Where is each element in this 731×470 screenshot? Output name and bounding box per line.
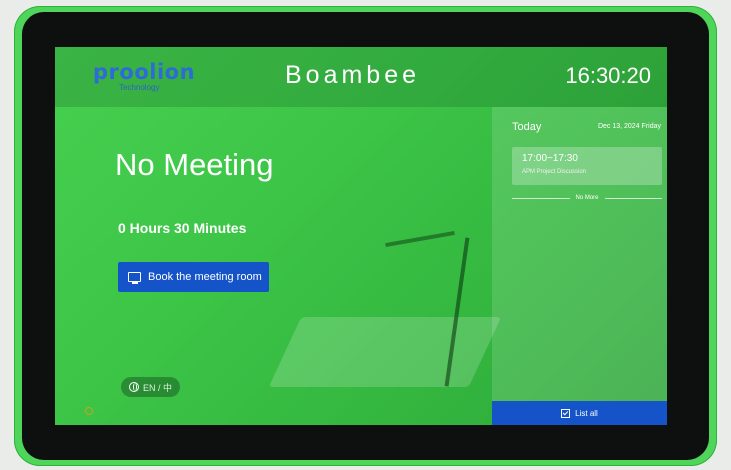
no-more-label: No More <box>575 195 599 201</box>
clock: 16:30:20 <box>565 63 651 88</box>
logo-subtext: Technology <box>119 83 160 92</box>
list-all-label: List all <box>575 408 598 418</box>
checkbox-icon <box>561 408 571 418</box>
company-logo: proolion Technology <box>93 60 213 96</box>
list-all-button[interactable]: List all <box>492 401 667 425</box>
background-lamp-arm <box>385 230 455 248</box>
room-display-screen: proolion Technology Boambee 16:30:20 No … <box>55 47 667 425</box>
event-time: 17:00~17:30 <box>522 153 578 164</box>
schedule-panel: Today Dec 13, 2024 Friday 17:00~17:30 AP… <box>492 107 667 425</box>
event-card[interactable]: 17:00~17:30 APM Project Discussion <box>512 147 662 185</box>
settings-icon[interactable] <box>85 407 93 415</box>
header-bar: proolion Technology Boambee 16:30:20 <box>55 47 667 107</box>
free-duration: 0 Hours 30 Minutes <box>118 220 247 236</box>
event-title: APM Project Discussion <box>522 169 587 175</box>
book-room-label: Book the meeting room <box>148 271 262 283</box>
today-label: Today <box>512 121 542 133</box>
current-date: Dec 13, 2024 Friday <box>597 123 661 130</box>
language-label: EN / 中 <box>143 382 173 393</box>
monitor-icon <box>128 272 141 284</box>
divider-line <box>604 197 663 199</box>
meeting-status: No Meeting <box>115 147 274 182</box>
room-name: Boambee <box>285 61 421 89</box>
no-more-divider: No More <box>512 193 663 203</box>
globe-icon <box>129 382 139 392</box>
language-switch[interactable]: EN / 中 <box>121 377 181 397</box>
book-room-button[interactable]: Book the meeting room <box>118 262 269 292</box>
logo-text: proolion <box>93 60 196 84</box>
background-laptop <box>268 317 502 387</box>
divider-line <box>512 197 570 199</box>
